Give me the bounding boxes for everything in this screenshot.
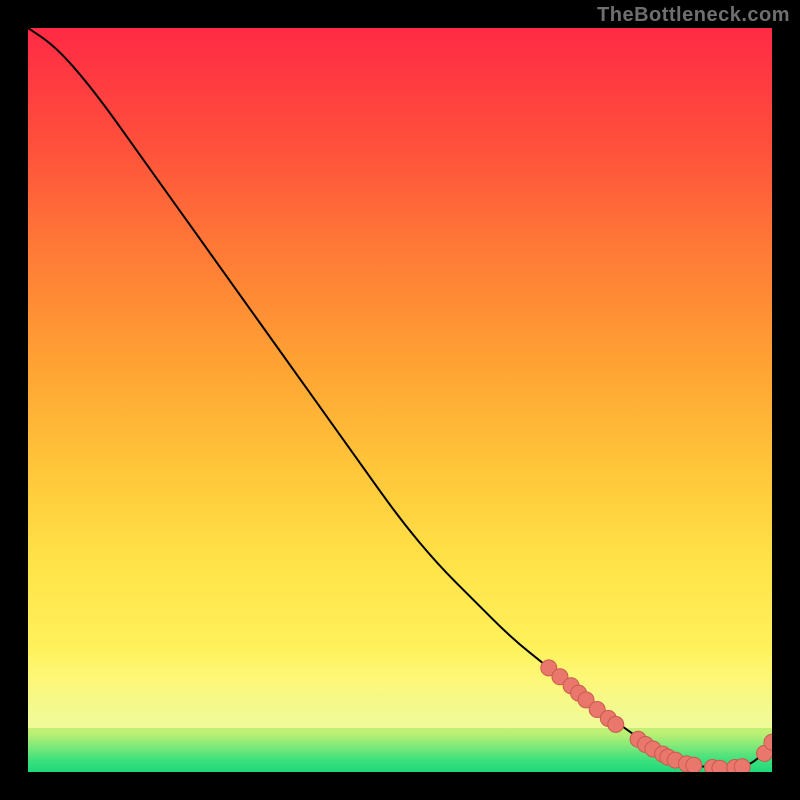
plot-area (28, 28, 772, 772)
watermark-text: TheBottleneck.com (597, 4, 790, 27)
data-point (712, 760, 728, 772)
data-point (608, 716, 624, 732)
data-point (734, 759, 750, 772)
chart-svg (28, 28, 772, 772)
data-point (686, 757, 702, 772)
light-band (28, 648, 772, 728)
chart-stage: TheBottleneck.com (0, 0, 800, 800)
